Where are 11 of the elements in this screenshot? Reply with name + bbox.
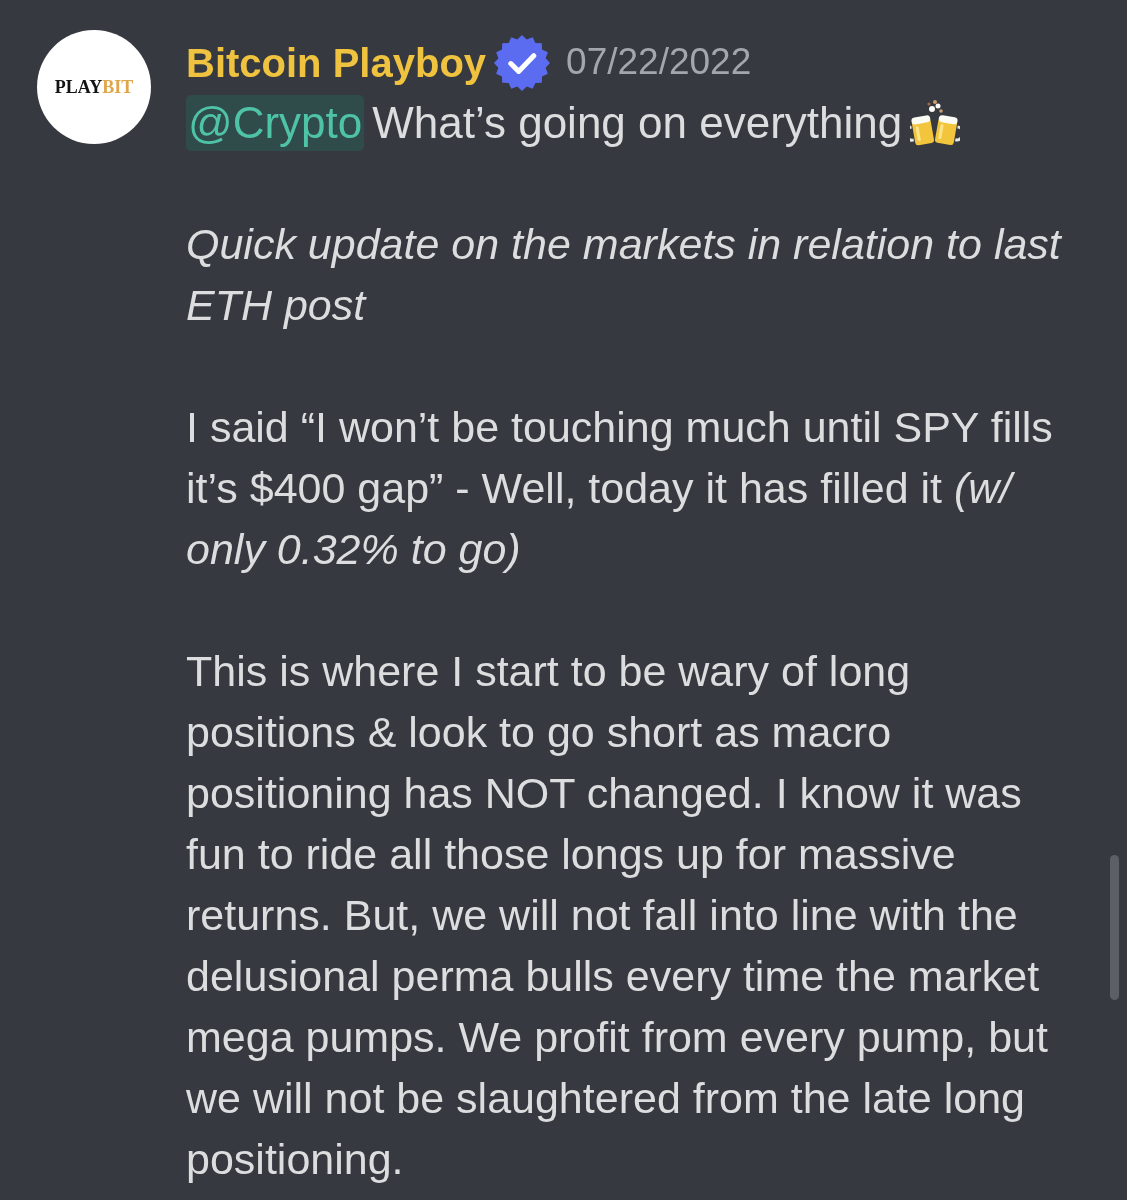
message-text: What’s going on everything [372, 97, 903, 149]
message-paragraph: Quick update on the markets in relation to last ETH post [186, 219, 1063, 331]
logo-text: PLAY [54, 78, 103, 96]
beer-mugs-emoji-icon [910, 98, 961, 147]
message-paragraph: This is where I start to be wary of long positions & look to go short as macro positioning has NOT changed. I know it was fun to ride all those longs up for massive returns. But, we will not fall into line with the delusional perma bulls every time the market mega pumps. We profit from every pump, but we will not be slaughtered from the late long positioning. [186, 646, 1049, 1185]
timestamp: 07/22/2022 [566, 40, 752, 85]
scrollbar-thumb[interactable] [1110, 855, 1119, 1000]
mention-link[interactable]: @Crypto [186, 94, 365, 151]
username[interactable]: Bitcoin Playboy [186, 38, 487, 87]
logo-text: BIT [102, 78, 134, 96]
message-paragraph: I said “I won’t be touching much until SPY fills it’s $400 gap” - Well, today it has filled it (w/ only 0.32% to go) [186, 402, 1054, 575]
